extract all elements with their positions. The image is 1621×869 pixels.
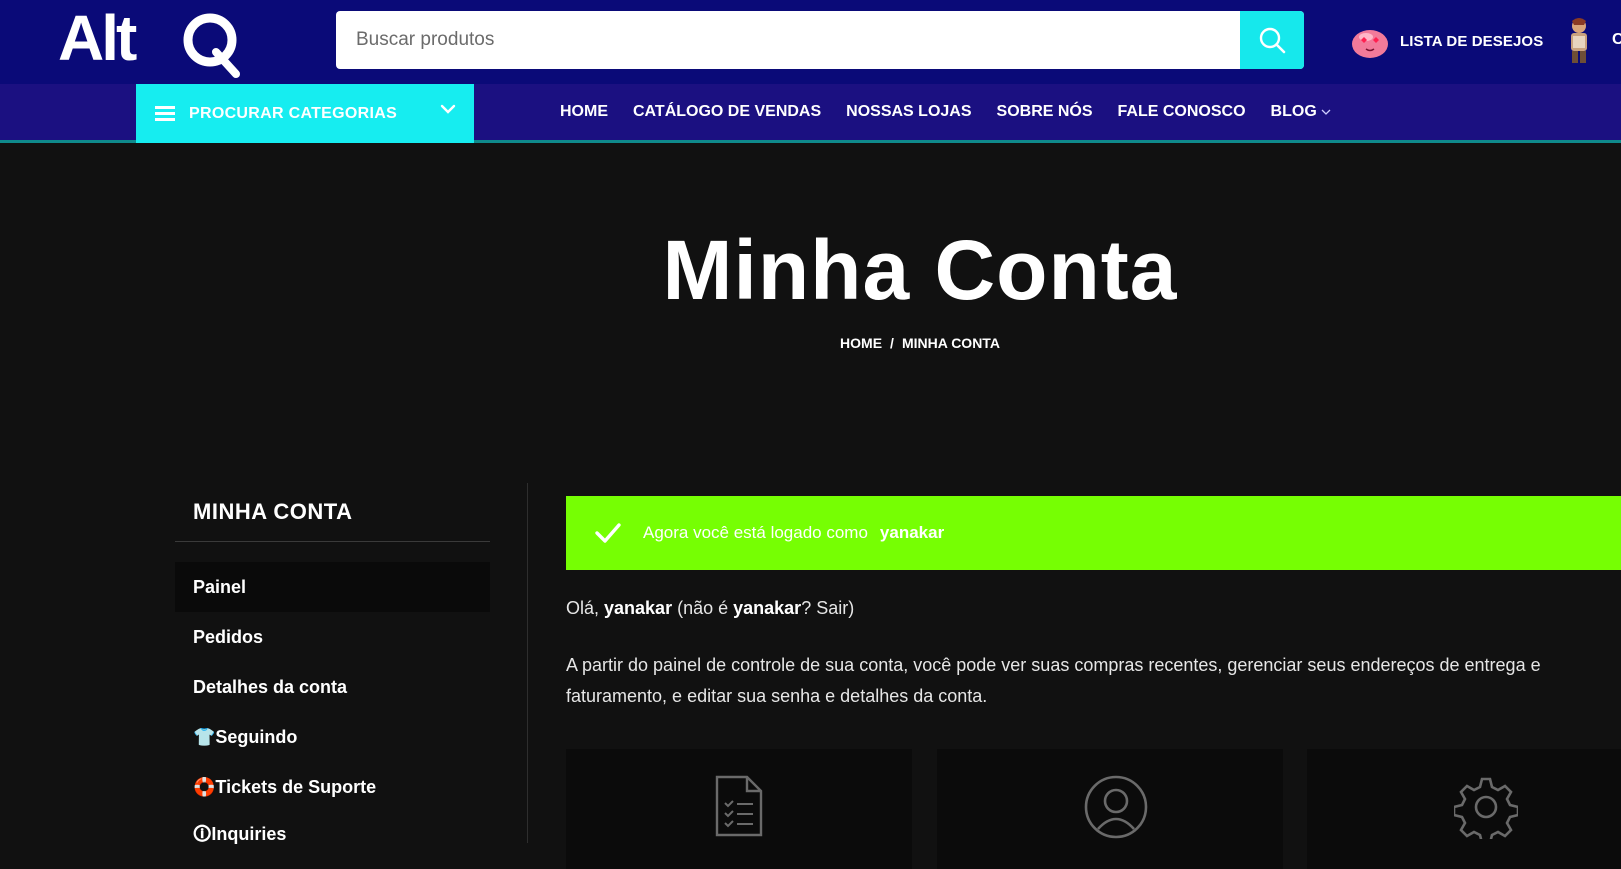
sidebar-title: MINHA CONTA bbox=[193, 499, 353, 524]
wishlist-link[interactable]: LISTA DE DESEJOS bbox=[1350, 20, 1543, 62]
top-header: Alt LISTA DE DESEJOS C bbox=[0, 0, 1621, 84]
greeting-prefix: Olá, bbox=[566, 598, 605, 618]
chevron-down-icon bbox=[1321, 109, 1331, 115]
orders-document-icon bbox=[715, 775, 763, 837]
checkmark-icon bbox=[595, 523, 621, 543]
greeting-suffix: ? bbox=[801, 598, 817, 618]
greeting-close: ) bbox=[848, 598, 855, 618]
search-button[interactable] bbox=[1240, 11, 1304, 69]
breadcrumb-home[interactable]: HOME bbox=[840, 335, 882, 351]
notice-username: yanakar bbox=[879, 523, 945, 542]
greeting-username-2: yanakar bbox=[733, 598, 802, 618]
browse-categories-label: PROCURAR CATEGORIAS bbox=[189, 104, 398, 122]
settings-gear-icon bbox=[1454, 777, 1518, 839]
sidebar-item-orders[interactable]: Pedidos bbox=[175, 612, 490, 662]
sidebar-item-account-details[interactable]: Detalhes da conta bbox=[175, 662, 490, 712]
nav-blog[interactable]: BLOG bbox=[1271, 103, 1331, 121]
greeting-middle: (não é bbox=[672, 598, 734, 618]
notice-message: Agora você está logado como bbox=[643, 523, 868, 542]
search-input[interactable] bbox=[336, 11, 1266, 69]
breadcrumb: HOME / MINHA CONTA bbox=[0, 335, 1621, 351]
account-sidebar: MINHA CONTA Painel Pedidos Detalhes da c… bbox=[175, 483, 490, 862]
account-details-card[interactable] bbox=[937, 749, 1283, 869]
sidebar-item-inquiries[interactable]: 🛈Inquiries bbox=[175, 812, 490, 862]
page-title: Minha Conta bbox=[662, 223, 1178, 317]
svg-text:Alt: Alt bbox=[58, 6, 137, 74]
greeting-username: yanakar bbox=[604, 598, 673, 618]
settings-card[interactable] bbox=[1307, 749, 1621, 869]
breadcrumb-separator: / bbox=[890, 335, 894, 351]
greeting: Olá, yanakar (não é yanakar? Sair) bbox=[566, 598, 854, 619]
divider bbox=[175, 541, 490, 542]
orders-card[interactable] bbox=[566, 749, 912, 869]
account-avatar[interactable] bbox=[1562, 16, 1596, 66]
dashboard-description: A partir do painel de controle de sua co… bbox=[566, 655, 1541, 706]
login-success-notice: Agora você está logado como yanakar bbox=[566, 496, 1621, 570]
menu-icon bbox=[155, 105, 175, 122]
breadcrumb-current: MINHA CONTA bbox=[901, 335, 1000, 351]
browse-categories-button[interactable]: PROCURAR CATEGORIAS bbox=[136, 84, 474, 143]
cut-off-label: C bbox=[1612, 31, 1621, 48]
nav-our-stores[interactable]: NOSSAS LOJAS bbox=[846, 103, 971, 121]
main-nav: PROCURAR CATEGORIAS HOME CATÁLOGO DE VEN… bbox=[0, 84, 1621, 143]
sidebar-item-following[interactable]: 👕Seguindo bbox=[175, 712, 490, 762]
wishlist-label: LISTA DE DESEJOS bbox=[1400, 32, 1544, 50]
sidebar-item-dashboard[interactable]: Painel bbox=[175, 562, 490, 612]
chevron-down-icon bbox=[440, 104, 456, 114]
sidebar-item-support-tickets[interactable]: 🛟Tickets de Suporte bbox=[175, 762, 490, 812]
user-profile-icon bbox=[1084, 775, 1148, 839]
search-bar bbox=[336, 11, 1304, 69]
logout-link[interactable]: Sair bbox=[816, 598, 848, 618]
nav-contact-us[interactable]: FALE CONOSCO bbox=[1118, 103, 1246, 121]
nav-home[interactable]: HOME bbox=[560, 103, 608, 121]
divider bbox=[527, 483, 528, 843]
nav-blog-label: BLOG bbox=[1270, 103, 1317, 120]
nav-sales-catalog[interactable]: CATÁLOGO DE VENDAS bbox=[633, 103, 821, 121]
search-icon bbox=[1259, 27, 1286, 54]
altq-logo[interactable]: Alt bbox=[58, 6, 258, 78]
heart-eyes-mascot-icon bbox=[1352, 30, 1388, 58]
nav-about-us[interactable]: SOBRE NÓS bbox=[997, 103, 1093, 121]
